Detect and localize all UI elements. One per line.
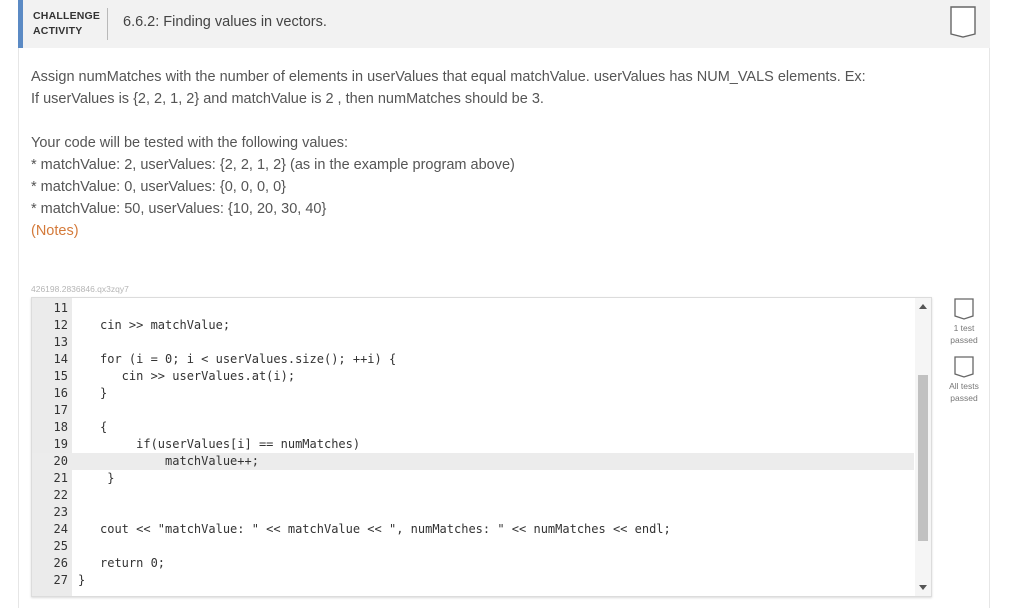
line-number: 25 [53, 539, 68, 553]
line-number: 22 [53, 488, 68, 502]
badge-line-1: CHALLENGE [33, 10, 101, 22]
code-text[interactable]: cout << "matchValue: " << matchValue << … [100, 521, 671, 538]
description-line-2: If userValues is {2, 2, 1, 2} and matchV… [31, 91, 544, 107]
test-checkbox-icon [954, 298, 974, 320]
test-status-all: All tests passed [944, 356, 984, 404]
code-line[interactable]: 19 if(userValues[i] == numMatches) [32, 436, 914, 453]
code-line[interactable]: 25 [32, 538, 914, 555]
line-number: 21 [53, 471, 68, 485]
all-tests-label: All tests passed [949, 381, 979, 403]
header-divider [107, 8, 108, 40]
test-case-1: * matchValue: 2, userValues: {2, 2, 1, 2… [31, 157, 515, 173]
activity-header: CHALLENGE ACTIVITY 6.6.2: Finding values… [18, 0, 990, 48]
code-line[interactable]: 26 return 0; [32, 555, 914, 572]
line-number: 16 [53, 386, 68, 400]
code-text[interactable]: cin >> matchValue; [100, 317, 230, 334]
code-line[interactable]: 13 [32, 334, 914, 351]
line-number: 27 [53, 573, 68, 587]
code-text[interactable]: cin >> userValues.at(i); [100, 368, 295, 385]
session-id: 426198.2836846.qx3zqy7 [31, 284, 129, 294]
challenge-activity-badge: CHALLENGE ACTIVITY [33, 9, 100, 39]
code-line[interactable]: 16} [32, 385, 914, 402]
code-editor[interactable]: 11 12 cin >> matchValue; 13 14 for (i = 0; i … [31, 297, 932, 597]
line-number: 26 [53, 556, 68, 570]
description-line-1: Assign numMatches with the number of ele… [31, 69, 866, 85]
code-text[interactable]: matchValue++; [100, 453, 259, 470]
code-text[interactable]: if(userValues[i] == numMatches) [100, 436, 360, 453]
code-line[interactable]: 15 cin >> userValues.at(i); [32, 368, 914, 385]
code-text[interactable]: } [78, 572, 85, 589]
code-text[interactable]: return 0; [100, 555, 165, 572]
tests-intro: Your code will be tested with the follow… [31, 135, 349, 151]
code-line[interactable]: 12 cin >> matchValue; [32, 317, 914, 334]
test-case-2: * matchValue: 0, userValues: {0, 0, 0, 0… [31, 179, 286, 195]
line-number: 14 [53, 352, 68, 366]
line-number: 19 [53, 437, 68, 451]
problem-description: Assign numMatches with the number of ele… [31, 66, 951, 110]
scroll-thumb[interactable] [918, 375, 928, 542]
line-number: 12 [53, 318, 68, 332]
bookmark-icon[interactable] [950, 6, 976, 38]
line-number: 15 [53, 369, 68, 383]
code-line[interactable]: 22 [32, 487, 914, 504]
code-text[interactable]: for (i = 0; i < userValues.size(); ++i) … [100, 351, 396, 368]
line-number: 11 [53, 301, 68, 315]
code-line[interactable]: 11 [32, 300, 914, 317]
code-line[interactable]: 27} [32, 572, 914, 589]
code-text[interactable]: { [100, 419, 107, 436]
line-number: 13 [53, 335, 68, 349]
line-number: 20 [53, 454, 68, 468]
code-line[interactable]: 14 for (i = 0; i < userValues.size(); ++i… [32, 351, 914, 368]
test-case-3: * matchValue: 50, userValues: {10, 20, 3… [31, 201, 327, 217]
line-number: 24 [53, 522, 68, 536]
code-line[interactable]: 21 } [32, 470, 914, 487]
badge-line-2: ACTIVITY [33, 25, 83, 37]
line-number: 23 [53, 505, 68, 519]
editor-scrollbar[interactable] [915, 298, 931, 596]
line-number: 18 [53, 420, 68, 434]
scroll-up-icon[interactable] [919, 304, 927, 309]
scroll-down-icon[interactable] [919, 585, 927, 590]
code-text[interactable]: } [100, 470, 114, 487]
code-line[interactable]: 24 cout << "matchValue: " << matchValue <… [32, 521, 914, 538]
code-line[interactable]: 17 [32, 402, 914, 419]
test1-label: 1 test passed [950, 323, 978, 345]
activity-title: 6.6.2: Finding values in vectors. [123, 14, 327, 30]
code-line[interactable]: 20 matchValue++; [32, 453, 914, 470]
code-line[interactable]: 18 { [32, 419, 914, 436]
code-text[interactable]: } [100, 385, 107, 402]
code-line[interactable]: 23 [32, 504, 914, 521]
test-values-section: Your code will be tested with the follow… [31, 132, 951, 242]
line-number: 17 [53, 403, 68, 417]
test-status-1: 1 test passed [944, 298, 984, 346]
notes-link[interactable]: (Notes) [31, 220, 951, 242]
all-tests-checkbox-icon [954, 356, 974, 378]
